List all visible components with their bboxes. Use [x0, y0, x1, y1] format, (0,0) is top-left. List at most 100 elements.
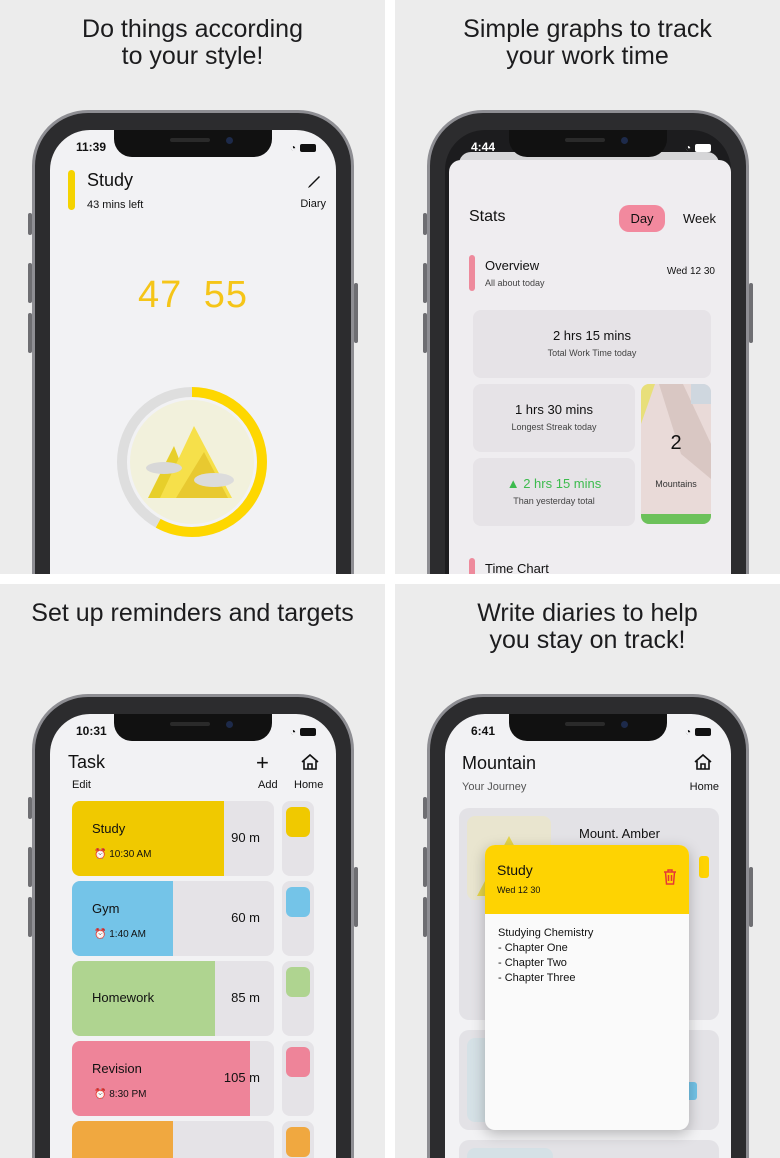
task-color-swatch — [286, 1047, 310, 1077]
task-color-bar — [68, 170, 75, 210]
task-row[interactable] — [72, 1121, 274, 1158]
tab-day[interactable]: Day — [619, 205, 665, 232]
task-progress-fill — [72, 881, 173, 956]
task-name: Homework — [92, 990, 155, 1005]
task-color-swatch — [286, 807, 310, 837]
task-color-swatch — [286, 887, 310, 917]
battery-icon — [695, 144, 711, 152]
stats-sheet: Stats Day Week Overview All about today … — [449, 160, 731, 574]
mountain-name: Mount. Amber — [579, 826, 660, 841]
diary-date: Wed 12 30 — [497, 885, 541, 895]
alarm-clock-icon: ⏰ — [94, 929, 110, 940]
phone-frame: 11:39 ◔ Study 43 mins left Diary 47 55 — [28, 110, 358, 574]
up-triangle-icon: ▲ — [506, 476, 520, 491]
panel-stats: Simple graphs to track your work time 4:… — [395, 0, 780, 574]
section-marker — [469, 558, 475, 574]
pencil-icon[interactable] — [306, 174, 322, 195]
diary-body[interactable]: Studying Chemistry - Chapter One - Chapt… — [498, 926, 593, 986]
plus-icon[interactable]: + — [256, 750, 269, 776]
task-row[interactable]: Revision ⏰ 8:30 PM 105 m — [72, 1041, 274, 1116]
streak-value: 1 hrs 30 mins — [514, 402, 594, 417]
streak-label: Longest Streak today — [511, 422, 597, 432]
panel-study-timer: Do things according to your style! 11:39… — [0, 0, 385, 574]
task-name: Study — [92, 821, 126, 836]
task-minutes: 60 m — [231, 910, 260, 925]
mountain-card[interactable] — [459, 1140, 719, 1158]
task-color-tile[interactable] — [282, 1041, 314, 1116]
timer-seconds: 55 — [203, 274, 249, 316]
time-chart-title: Time Chart — [485, 561, 549, 574]
screen: 4:44 ◔ Stats Day Week Overview All about… — [445, 130, 731, 574]
phone-frame: 6:41 ◔ Mountain Your Journey Home Mount.… — [423, 694, 753, 1158]
task-color-swatch — [286, 1127, 310, 1157]
compare-value: ▲ 2 hrs 15 mins — [506, 476, 602, 491]
caption: Write diaries to help you stay on track! — [477, 599, 698, 654]
task-alarm: ⏰ 10:30 AM — [94, 849, 152, 860]
status-time: 11:39 — [76, 140, 107, 154]
diary-modal[interactable]: Study Wed 12 30 Studying Chemistry - Cha… — [485, 845, 689, 1130]
task-row[interactable]: Homework 85 m — [72, 961, 274, 1036]
diary-button[interactable]: Diary — [300, 198, 326, 210]
wifi-icon: ◔ — [289, 726, 296, 738]
task-name: Gym — [92, 901, 120, 916]
page-title: Mountain — [462, 753, 537, 773]
timer-display: 47 55 — [50, 274, 336, 317]
caption: Set up reminders and targets — [31, 599, 354, 627]
home-icon[interactable] — [300, 752, 320, 777]
section-marker — [469, 255, 475, 291]
edit-button[interactable]: Edit — [72, 779, 91, 791]
task-color-swatch — [286, 967, 310, 997]
status-time: 10:31 — [76, 724, 107, 738]
diary-modal-header: Study Wed 12 30 — [485, 845, 689, 914]
total-time-card: 2 hrs 15 mins Total Work Time today — [473, 310, 711, 378]
task-color-tile[interactable] — [282, 961, 314, 1036]
phone-frame: 4:44 ◔ Stats Day Week Overview All about… — [423, 110, 753, 574]
streak-card: 1 hrs 30 mins Longest Streak today — [473, 384, 635, 452]
compare-label: Than yesterday total — [513, 496, 595, 506]
task-row[interactable]: Study ⏰ 10:30 AM 90 m — [72, 801, 274, 876]
caption: Do things according to your style! — [82, 15, 303, 70]
total-time-label: Total Work Time today — [547, 348, 637, 358]
screen: 6:41 ◔ Mountain Your Journey Home Mount.… — [445, 714, 731, 1158]
mountains-card[interactable]: 2 Mountains — [641, 384, 711, 524]
overview-subtitle: All about today — [485, 278, 545, 288]
task-color-tile[interactable] — [282, 881, 314, 956]
wifi-icon: ◔ — [289, 142, 296, 154]
mountains-label: Mountains — [655, 479, 697, 489]
panel-diary: Write diaries to help you stay on track!… — [395, 584, 780, 1158]
alarm-clock-icon: ⏰ — [94, 1089, 110, 1100]
task-minutes: 105 m — [223, 1070, 260, 1085]
panel-tasks: Set up reminders and targets 10:31 ◔ Tas… — [0, 584, 385, 1158]
date-label: Wed 12 30 — [666, 266, 715, 277]
tab-week[interactable]: Week — [683, 211, 716, 226]
home-button[interactable]: Home — [690, 781, 719, 793]
timer-minutes: 47 — [137, 274, 183, 316]
home-button[interactable]: Home — [294, 779, 323, 791]
task-row[interactable]: Gym ⏰ 1:40 AM 60 m — [72, 881, 274, 956]
screen: 11:39 ◔ Study 43 mins left Diary 47 55 — [50, 130, 336, 574]
task-progress-fill — [72, 801, 224, 876]
trash-icon[interactable] — [663, 869, 677, 890]
task-color-tile[interactable] — [282, 1121, 314, 1158]
caption: Simple graphs to track your work time — [463, 15, 712, 70]
task-title: Study — [87, 170, 134, 190]
overview-title: Overview — [485, 258, 540, 273]
wifi-icon: ◔ — [684, 726, 691, 738]
battery-icon — [300, 728, 316, 736]
progress-ring[interactable] — [116, 386, 268, 538]
page-subtitle: Your Journey — [462, 781, 527, 793]
task-minutes: 85 m — [231, 990, 260, 1005]
task-progress-fill — [72, 1121, 173, 1158]
total-time-value: 2 hrs 15 mins — [552, 328, 632, 343]
task-minutes: 90 m — [231, 830, 260, 845]
status-time: 6:41 — [471, 724, 496, 738]
task-color-tile[interactable] — [282, 801, 314, 876]
phone-frame: 10:31 ◔ Task Edit + Add Home Study ⏰ 10:3… — [28, 694, 358, 1158]
compare-card: ▲ 2 hrs 15 mins Than yesterday total — [473, 458, 635, 526]
home-icon[interactable] — [693, 752, 713, 777]
page-title: Stats — [469, 208, 506, 225]
battery-icon — [695, 728, 711, 736]
alarm-clock-icon: ⏰ — [94, 849, 110, 860]
add-button[interactable]: Add — [258, 779, 278, 791]
mountains-count: 2 — [670, 432, 682, 454]
